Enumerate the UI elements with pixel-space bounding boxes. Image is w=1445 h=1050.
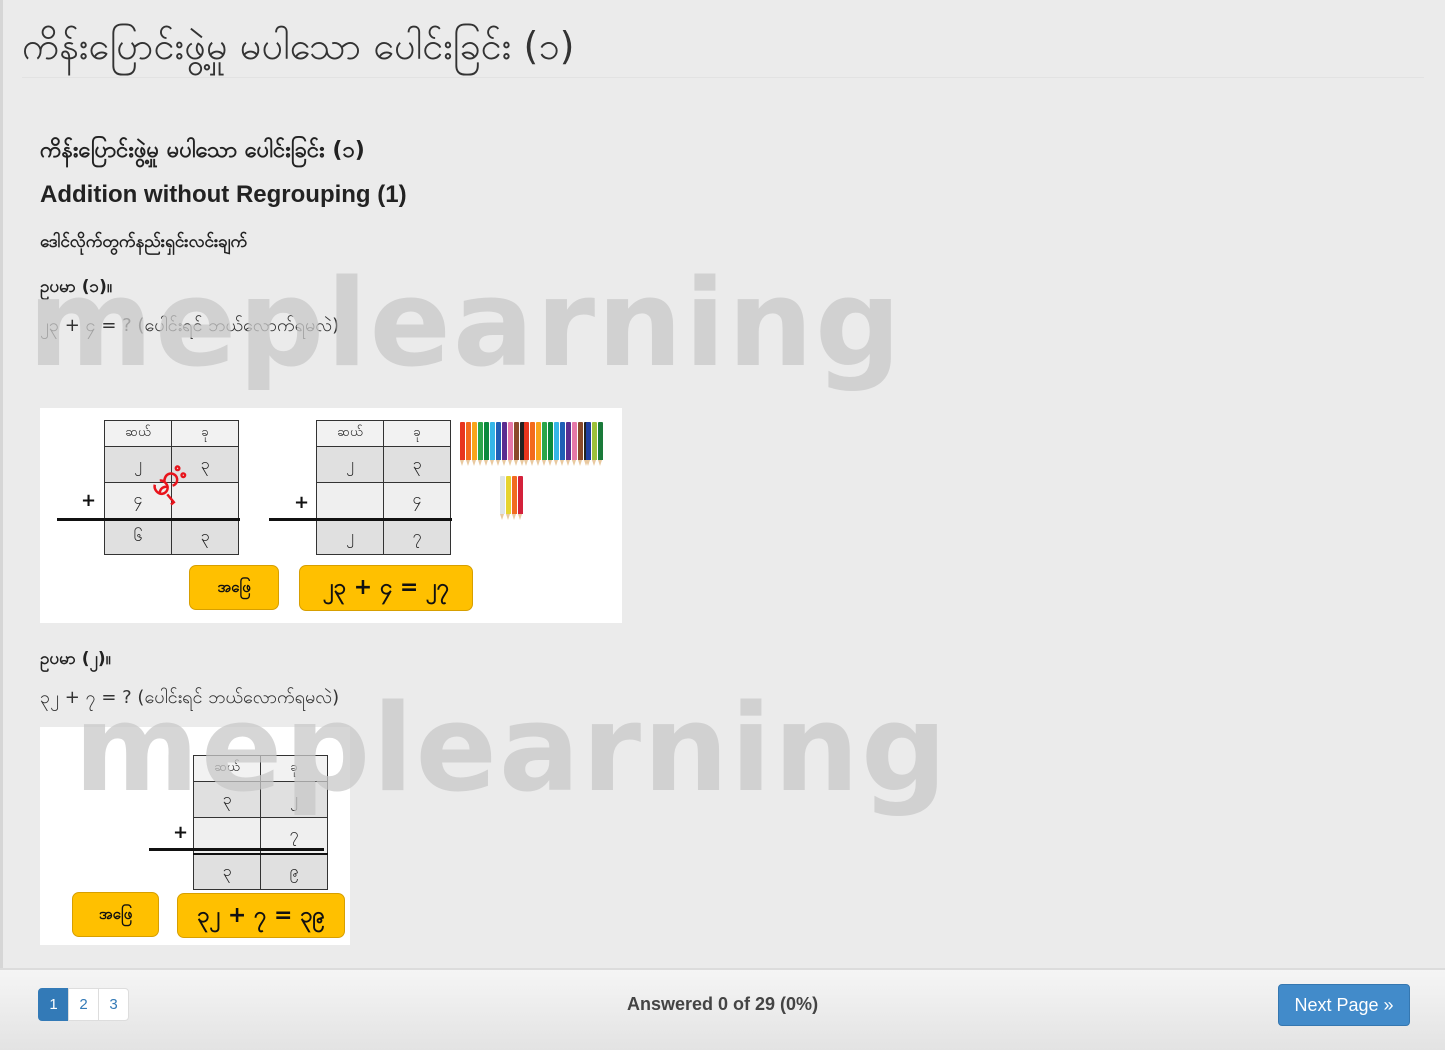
cell: ၂ [316, 446, 384, 483]
cell [316, 482, 384, 519]
result-cell: ၆ [104, 517, 172, 555]
pencil-icon [478, 422, 483, 466]
tens-header: ဆယ် [316, 420, 384, 447]
sum-line [269, 518, 452, 521]
example-1-problem: ၂၃ + ၄ = ? (ပေါင်းရင် ဘယ်လောက်ရမလဲ) [40, 315, 340, 336]
colored-pencils-icon [500, 476, 523, 520]
page-button-3[interactable]: 3 [98, 988, 129, 1021]
example-2-label: ဥပမာ (၂)။ [40, 649, 111, 669]
answer-label-box: အဖြေ [189, 565, 279, 610]
pencil-icon [536, 422, 541, 466]
answer-label-box: အဖြေ [72, 892, 159, 937]
plus-sign: + [294, 492, 310, 513]
plus-sign: + [173, 822, 189, 843]
pencil-icon [518, 476, 523, 520]
pencil-icon [506, 476, 511, 520]
example-1-label: ဥပမာ (၁)။ [40, 277, 112, 297]
pencil-icon [572, 422, 577, 466]
pagination: 1 2 3 [38, 988, 129, 1021]
lesson-title-myanmar: ကိန်းပြောင်းဖွဲ့မှု မပါသော ပေါင်းခြင်း (… [40, 138, 365, 163]
pencil-icon [502, 422, 507, 466]
example-2-text: ဥပမာ (၂)။ ၃၂ + ၇ = ? (ပေါင်းရင် ဘယ်လောက်… [40, 640, 339, 718]
result-cell: ၃ [193, 852, 261, 890]
result-cell: ၉ [260, 852, 328, 890]
plus-sign: + [81, 490, 97, 511]
ones-header: ခု [383, 420, 451, 447]
cell: ၃ [193, 781, 261, 818]
result-cell: ၂ [316, 517, 384, 555]
cell: ၄ [383, 482, 451, 519]
sum-line [149, 848, 324, 851]
pencil-icon [508, 422, 513, 466]
pencil-icon [530, 422, 535, 466]
pencil-icon [578, 422, 583, 466]
pencil-icon [466, 422, 471, 466]
place-value-table-correct: ဆယ် ခု ၂ ၃ ၄ ၂ ၇ [316, 420, 451, 555]
answer-equation-box: ၂၃ + ၄ = ၂၇ [299, 565, 473, 611]
pencil-icon [566, 422, 571, 466]
next-page-button[interactable]: Next Page » [1278, 984, 1410, 1026]
lesson-content: ကိန်းပြောင်းဖွဲ့မှု မပါသော ပေါင်းခြင်း (… [40, 130, 940, 346]
ones-header: ခု [260, 755, 328, 782]
page-title: ကိန်းပြောင်းဖွဲ့မှု မပါသော ပေါင်းခြင်း (… [22, 24, 575, 68]
tens-header: ဆယ် [104, 420, 172, 447]
colored-pencils-icon [586, 422, 603, 466]
colored-pencils-icon [460, 422, 525, 466]
tens-header: ဆယ် [193, 755, 261, 782]
example-1-image: ဆယ် ခု ၂ ၃ ၄ ၆ ၃ + မှား ဆယ် ခု ၂ ၃ ၄ ၂ ၇… [40, 408, 622, 623]
pencil-icon [542, 422, 547, 466]
pencil-icon [500, 476, 505, 520]
sum-line [57, 518, 240, 521]
pencil-icon [460, 422, 465, 466]
answered-progress-text: Answered 0 of 29 (0%) [627, 994, 819, 1014]
example-2-problem: ၃၂ + ၇ = ? (ပေါင်းရင် ဘယ်လောက်ရမလဲ) [40, 687, 340, 708]
result-cell: ၃ [171, 517, 239, 555]
pencil-icon [512, 476, 517, 520]
example-2-image: ဆယ် ခု ၃ ၂ ၇ ၃ ၉ + အဖြေ ၃၂ + ၇ = ၃၉ [40, 727, 350, 945]
pencil-icon [514, 422, 519, 466]
pencil-icon [490, 422, 495, 466]
pencil-icon [560, 422, 565, 466]
pencil-icon [548, 422, 553, 466]
page-header: ကိန်းပြောင်းဖွဲ့မှု မပါသော ပေါင်းခြင်း (… [22, 14, 1424, 78]
pencil-icon [472, 422, 477, 466]
pencil-icon [554, 422, 559, 466]
cell: ၃ [383, 446, 451, 483]
explanation-heading: ဒေါင်လိုက်တွက်နည်းရှင်းလင်းချက် [40, 232, 248, 252]
pencil-icon [484, 422, 489, 466]
pencil-icon [592, 422, 597, 466]
pencil-icon [598, 422, 603, 466]
page-button-1[interactable]: 1 [38, 988, 69, 1021]
lesson-title-english: Addition without Regrouping (1) [40, 181, 407, 208]
page-button-2[interactable]: 2 [68, 988, 99, 1021]
pencil-icon [524, 422, 529, 466]
colored-pencils-icon [524, 422, 589, 466]
quiz-footer: 1 2 3 Answered 0 of 29 (0%) Next Page » [0, 968, 1445, 1050]
page-left-border [0, 0, 3, 968]
ones-header: ခု [171, 420, 239, 447]
place-value-table: ဆယ် ခု ၃ ၂ ၇ ၃ ၉ [193, 755, 328, 890]
pencil-icon [496, 422, 501, 466]
pencil-icon [586, 422, 591, 466]
result-cell: ၇ [383, 517, 451, 555]
answer-equation-box: ၃၂ + ၇ = ၃၉ [177, 893, 345, 938]
cell: ၂ [260, 781, 328, 818]
